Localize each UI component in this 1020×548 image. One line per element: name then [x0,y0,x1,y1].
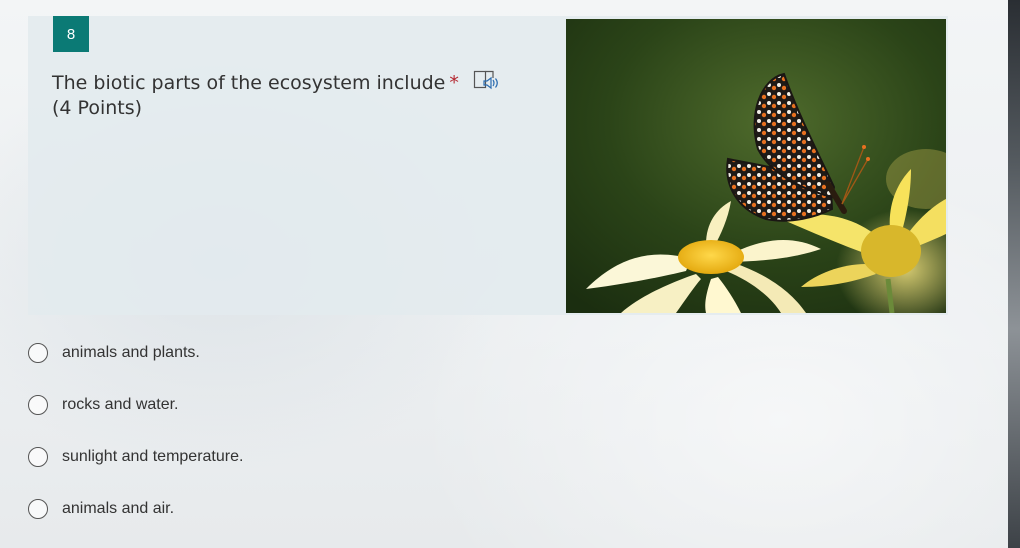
butterfly-photo [566,19,946,313]
option-label: sunlight and temperature. [62,448,244,465]
radio-button[interactable] [28,343,48,363]
radio-button[interactable] [28,395,48,415]
option-label: animals and plants. [62,344,200,361]
required-marker: * [449,72,459,94]
option-label: animals and air. [62,500,175,517]
question-number-badge: 8 [53,16,89,52]
question-card: 8 The biotic parts of the ecosystem incl… [28,16,948,315]
answer-options: animals and plants. rocks and water. sun… [28,340,243,548]
option-3[interactable]: sunlight and temperature. [28,444,243,496]
option-1[interactable]: animals and plants. [28,340,243,392]
question-points: (4 Points) [52,97,143,119]
immersive-reader-icon[interactable] [473,69,499,93]
option-label: rocks and water. [62,396,179,413]
question-title: The biotic parts of the ecosystem includ… [52,72,446,94]
option-4[interactable]: animals and air. [28,496,243,548]
background-edge [1008,0,1020,548]
radio-button[interactable] [28,499,48,519]
question-title-block: The biotic parts of the ecosystem includ… [52,69,522,121]
option-2[interactable]: rocks and water. [28,392,243,444]
radio-button[interactable] [28,447,48,467]
